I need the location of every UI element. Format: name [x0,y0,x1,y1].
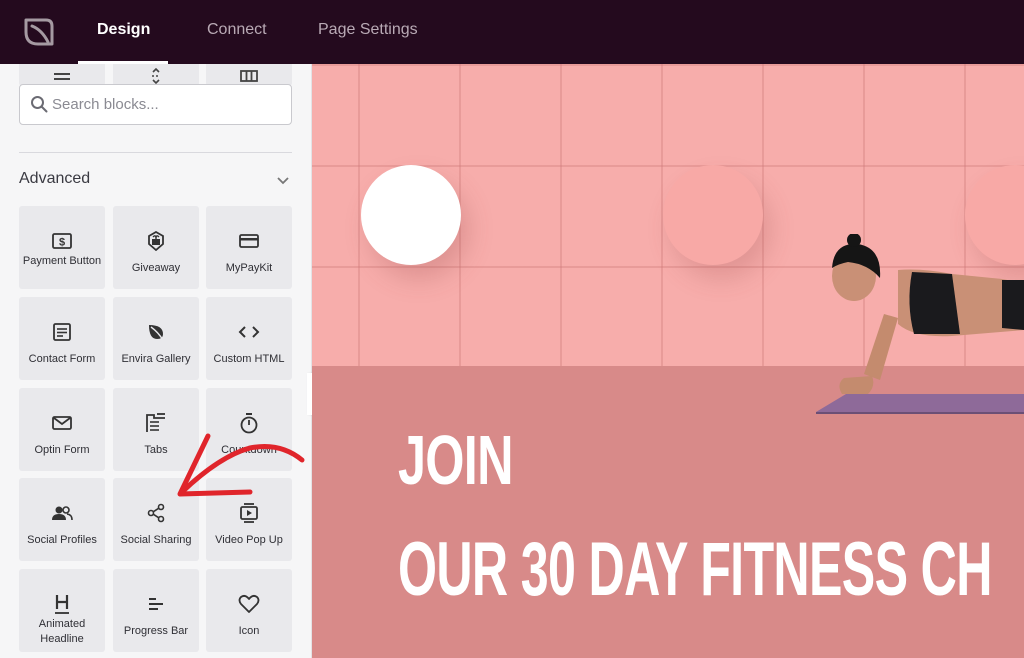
block-optin-form[interactable]: Optin Form [19,388,105,471]
block-partial-columns[interactable] [206,64,292,86]
block-label: Contact Form [28,353,96,365]
users-icon [19,502,105,524]
page-canvas[interactable]: JOIN OUR 30 DAY FITNESS CH [312,64,1024,658]
leaf-icon [113,321,199,343]
fitness-woman-image [816,234,1024,414]
lines-icon [19,68,105,84]
white-circle-decoration [361,165,461,265]
logo-leaf-icon[interactable] [18,12,58,52]
dollar-icon: $ [19,230,105,252]
gift-badge-icon [113,230,199,252]
chevron-down-icon[interactable] [276,173,290,191]
block-label: Envira Gallery [121,353,191,365]
envelope-icon [19,412,105,434]
block-payment-button[interactable]: $ Payment Button [19,206,105,289]
form-icon [19,321,105,343]
block-label: Payment Button [22,255,102,267]
progress-bars-icon [113,593,199,615]
pink-circle-decoration [663,165,763,265]
section-title: Advanced [19,170,91,187]
block-label: Social Sharing [120,534,192,546]
tab-connect[interactable]: Connect [207,0,267,64]
headline-line-1: JOIN [398,421,513,499]
block-contact-form[interactable]: Contact Form [19,297,105,380]
block-label: Animated Headline [38,618,86,645]
block-custom-html[interactable]: Custom HTML [206,297,292,380]
block-social-profiles[interactable]: Social Profiles [19,478,105,561]
blocks-sidebar: Advanced $ Payment Button Giveaway MyPay… [0,64,312,658]
spacer-icon [113,68,199,84]
advanced-section-header[interactable]: Advanced [19,170,292,190]
headline-line-2: OUR 30 DAY FITNESS CH [398,527,992,612]
block-animated-headline[interactable]: Animated Headline [19,569,105,652]
block-label: Social Profiles [27,534,97,546]
tab-design[interactable]: Design [97,0,150,64]
svg-text:$: $ [59,237,65,249]
block-partial-divider[interactable] [19,64,105,86]
block-giveaway[interactable]: Giveaway [113,206,199,289]
annotation-arrow [177,433,305,497]
block-label: Video Pop Up [215,534,283,546]
block-envira-gallery[interactable]: Envira Gallery [113,297,199,380]
heading-icon [19,593,105,615]
sidebar-divider [19,152,292,153]
code-icon [206,321,292,343]
heart-icon [206,593,292,615]
block-label: Giveaway [131,262,181,274]
credit-card-icon [206,230,292,252]
block-icon[interactable]: Icon [206,569,292,652]
block-partial-spacer[interactable] [113,64,199,86]
block-progress-bar[interactable]: Progress Bar [113,569,199,652]
search-icon [30,95,48,118]
block-label: Icon [238,625,260,637]
block-mypaykit[interactable]: MyPayKit [206,206,292,289]
block-label: Progress Bar [123,625,189,637]
search-blocks-field[interactable] [19,84,292,125]
top-bar: Design Connect Page Settings [0,0,1024,64]
tab-page-settings[interactable]: Page Settings [318,0,418,64]
search-blocks-input[interactable] [52,85,282,124]
block-label: Optin Form [34,444,90,456]
block-label: MyPayKit [225,262,273,274]
block-label: Custom HTML [213,353,285,365]
columns-icon [206,68,292,84]
